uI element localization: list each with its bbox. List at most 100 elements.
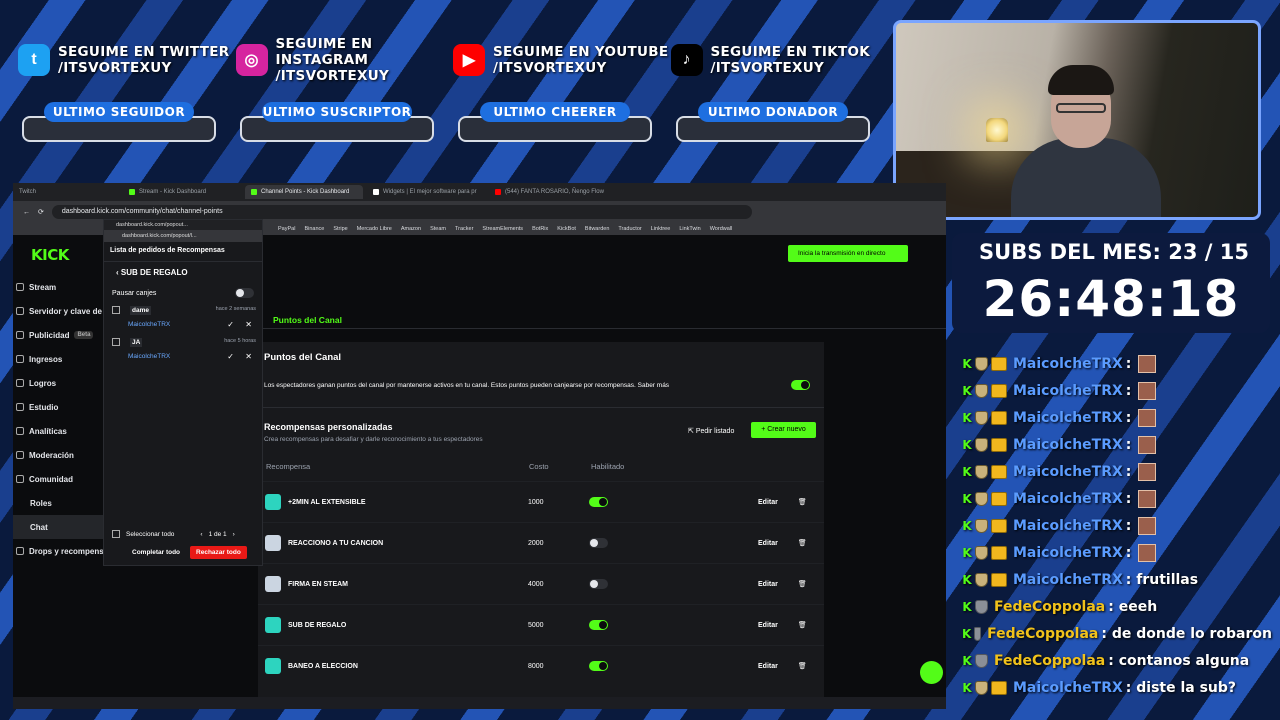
next-page-icon[interactable]: › [233, 531, 235, 538]
trash-icon[interactable]: 🗑 [798, 539, 807, 547]
kick-badge-icon: K [962, 626, 972, 641]
reward-enabled-toggle[interactable] [589, 538, 608, 548]
social-handle: /ITSVORTEXUY [710, 60, 825, 76]
reward-cost: 8000 [528, 662, 544, 670]
sidebar-item[interactable]: Analíticas [13, 419, 113, 443]
edit-button[interactable]: Editar [758, 581, 778, 588]
reject-all-button[interactable]: Rechazar todo [190, 546, 247, 559]
bookmark-item[interactable]: PayPal [278, 226, 295, 232]
sidebar-item[interactable]: Comunidad [13, 467, 113, 491]
sidebar-item[interactable]: Moderación [13, 443, 113, 467]
sidebar-item-label: Drops y recompens [29, 546, 104, 556]
request-user[interactable]: MaicolcheTRX [128, 321, 170, 328]
request-user[interactable]: MaicolcheTRX [128, 353, 170, 360]
bookmark-item[interactable]: Stripe [333, 226, 347, 232]
sidebar-item[interactable]: Drops y recompens [13, 539, 113, 563]
trash-icon[interactable]: 🗑 [798, 498, 807, 506]
go-live-button[interactable]: Inicia la transmisión en directo [788, 245, 908, 262]
close-icon[interactable]: ✕ [245, 352, 252, 361]
help-chat-icon[interactable] [920, 661, 943, 684]
edit-button[interactable]: Editar [758, 540, 778, 547]
pause-toggle[interactable] [235, 288, 254, 298]
emote-icon [1138, 462, 1157, 481]
bookmark-item[interactable]: Linktree [651, 226, 671, 232]
create-new-button[interactable]: + Crear nuevo [751, 422, 816, 438]
tab-channel-points-section[interactable]: Puntos del Canal [273, 315, 342, 325]
reward-enabled-toggle[interactable] [589, 497, 608, 507]
social-handle: /ITSVORTEXUY [493, 60, 607, 76]
sidebar-item[interactable]: Publicidad Beta [13, 323, 113, 347]
reward-enabled-toggle[interactable] [589, 620, 608, 630]
edit-button[interactable]: Editar [758, 622, 778, 629]
trash-icon[interactable]: 🗑 [798, 621, 807, 629]
reward-enabled-toggle[interactable] [589, 661, 608, 671]
twitter-icon: t [18, 44, 50, 76]
bookmark-item[interactable]: BotRix [532, 226, 548, 232]
sidebar: Stream Servidor y clave de re Publicidad Be… [13, 275, 113, 563]
sidebar-item[interactable]: Chat [13, 515, 113, 539]
sidebar-item-label: Servidor y clave de re [29, 306, 112, 316]
request-list-button[interactable]: ⇱ Pedir listado [688, 427, 734, 435]
reward-enabled-toggle[interactable] [589, 579, 608, 589]
tab-stream-dashboard[interactable]: Stream - Kick Dashboard [123, 185, 241, 199]
social-link: ▶ SEGUIME EN YOUTUBE/ITSVORTEXUY [453, 40, 671, 80]
edit-button[interactable]: Editar [758, 663, 778, 670]
bookmark-item[interactable]: StreamElements [482, 226, 523, 232]
trash-icon[interactable]: 🗑 [798, 662, 807, 670]
tab-youtube[interactable]: (544) FANTA ROSARIO, Ñengo Flow [489, 185, 607, 199]
shield-badge-icon [975, 599, 988, 614]
chat-message: K FedeCoppolaa : eeeh [962, 593, 1272, 620]
bookmark-item[interactable]: Traductor [618, 226, 641, 232]
bookmark-item[interactable]: KickBot [557, 226, 576, 232]
nav-icon [16, 403, 24, 411]
edit-button[interactable]: Editar [758, 499, 778, 506]
reward-request: JA hace 5 horas MaicolcheTRX ✓ ✕ [104, 336, 262, 368]
close-icon[interactable]: ✕ [245, 320, 252, 329]
back-icon[interactable]: ← [23, 209, 30, 216]
sidebar-item[interactable]: Servidor y clave de re [13, 299, 113, 323]
reward-cost: 4000 [528, 580, 544, 588]
complete-all-button[interactable]: Completar todo [128, 546, 184, 559]
social-link: ♪ SEGUIME EN TIKTOK/ITSVORTEXUY [670, 40, 889, 80]
reload-icon[interactable]: ⟳ [38, 208, 44, 216]
sidebar-item-label: Analíticas [29, 426, 67, 436]
kick-badge-icon: K [962, 545, 972, 560]
kick-badge-icon: K [962, 410, 972, 425]
lamp [986, 118, 1008, 142]
rewards-requests-popout: dashboard.kick.com/popout... dashboard.k… [103, 219, 263, 566]
prev-page-icon[interactable]: ‹ [200, 531, 202, 538]
bookmark-item[interactable]: Mercado Libre [357, 226, 392, 232]
shield-badge-icon [975, 680, 988, 695]
check-icon[interactable]: ✓ [227, 352, 234, 361]
tab-widgets[interactable]: Widgets | El mejor software para pr [367, 185, 485, 199]
social-link: ◎ SEGUIME EN INSTAGRAM/ITSVORTEXUY [235, 36, 454, 84]
streamer-glasses [1056, 103, 1106, 113]
url-input[interactable]: dashboard.kick.com/community/chat/channe… [51, 205, 752, 219]
sidebar-item-label: Moderación [29, 450, 74, 460]
sidebar-item[interactable]: Stream [13, 275, 113, 299]
chat-username: FedeCoppolaa [994, 598, 1106, 615]
bookmark-item[interactable]: Amazon [401, 226, 421, 232]
check-icon[interactable]: ✓ [227, 320, 234, 329]
tab-channel-points[interactable]: Channel Points - Kick Dashboard [245, 185, 363, 199]
back-button[interactable]: ‹ SUB DE REGALO [104, 262, 262, 282]
emote-icon [1138, 381, 1157, 400]
bookmark-item[interactable]: Steam [430, 226, 446, 232]
sidebar-item[interactable]: Roles [13, 491, 113, 515]
chat-text: : diste la sub? [1125, 679, 1237, 696]
request-checkbox[interactable] [112, 338, 120, 346]
sidebar-item[interactable]: Estudio [13, 395, 113, 419]
select-all-checkbox[interactable] [112, 530, 120, 538]
trash-icon[interactable]: 🗑 [798, 580, 807, 588]
bookmark-item[interactable]: Bitwarden [585, 226, 609, 232]
bookmark-item[interactable]: Tracker [455, 226, 473, 232]
sidebar-item[interactable]: Logros [13, 371, 113, 395]
bookmark-item[interactable]: Wordwall [710, 226, 733, 232]
channel-points-toggle[interactable] [791, 380, 810, 390]
kick-logo[interactable]: KICK [31, 246, 69, 264]
request-checkbox[interactable] [112, 306, 120, 314]
bookmark-item[interactable]: Binance [304, 226, 324, 232]
divider [258, 407, 824, 408]
bookmark-item[interactable]: LinkTwin [679, 226, 700, 232]
sidebar-item[interactable]: Ingresos [13, 347, 113, 371]
